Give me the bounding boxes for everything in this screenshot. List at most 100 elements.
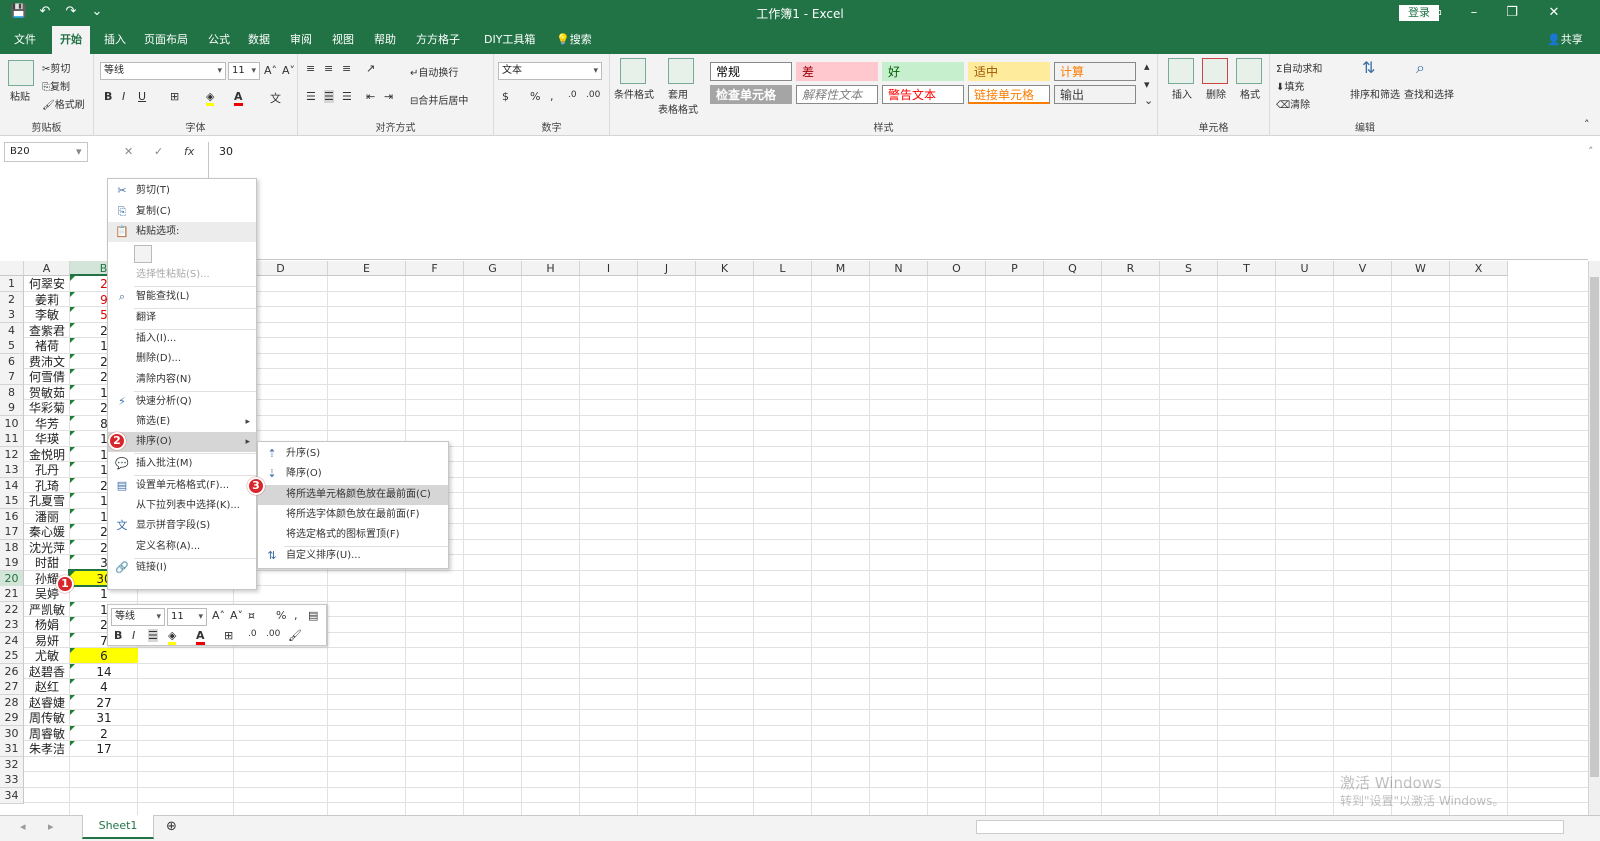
cell-name[interactable]: 贺敏茹	[24, 385, 70, 401]
column-header-x[interactable]: X	[1450, 261, 1508, 276]
mini-comma-icon[interactable]: ,	[294, 609, 298, 622]
cell-name[interactable]: 易妍	[24, 633, 70, 649]
grow-font-icon[interactable]: A˄	[264, 64, 277, 77]
copy-button[interactable]: ⎘复制	[42, 78, 70, 93]
row-header[interactable]: 34	[0, 787, 24, 804]
row-header[interactable]: 12	[0, 446, 24, 463]
sheet-next-icon[interactable]: ▸	[48, 820, 54, 833]
name-box-dropdown-icon[interactable]: ▾	[76, 145, 82, 158]
mini-center-icon[interactable]: ☰	[148, 629, 158, 642]
mini-bold-icon[interactable]: B	[114, 629, 122, 642]
comma-icon[interactable]: ,	[550, 90, 554, 103]
row-header[interactable]: 28	[0, 694, 24, 711]
conditional-format-label[interactable]: 条件格式	[614, 86, 654, 101]
cell-name[interactable]: 费沛文	[24, 354, 70, 370]
styles-more-icon[interactable]: ⌄	[1144, 94, 1153, 107]
insert-function-icon[interactable]: fx	[184, 145, 194, 158]
paste-option-icon[interactable]	[134, 245, 152, 263]
column-header-h[interactable]: H	[522, 261, 580, 276]
row-header[interactable]: 7	[0, 369, 24, 385]
tab-review[interactable]: 审阅	[282, 26, 320, 54]
align-top-icon[interactable]: ≡	[306, 62, 315, 75]
horizontal-scrollbar[interactable]	[976, 820, 1564, 834]
row-header[interactable]: 30	[0, 725, 24, 742]
close-icon[interactable]: ✕	[1536, 2, 1572, 24]
cell-value[interactable]	[70, 757, 138, 773]
cell-name[interactable]: 华彩菊	[24, 400, 70, 416]
tab-data[interactable]: 数据	[240, 26, 278, 54]
decrease-indent-icon[interactable]: ⇤	[366, 90, 375, 103]
cell-value[interactable]: 14	[70, 664, 138, 680]
tab-help[interactable]: 帮助	[366, 26, 404, 54]
cell-value[interactable]: 31	[70, 710, 138, 726]
column-header-g[interactable]: G	[464, 261, 522, 276]
column-header-a[interactable]: A	[24, 261, 70, 276]
increase-decimal-icon[interactable]: .0	[568, 90, 577, 100]
cell-name[interactable]: 何雪倩	[24, 369, 70, 385]
find-select-label[interactable]: 查找和选择	[1404, 86, 1454, 101]
row-header[interactable]: 16	[0, 508, 24, 525]
cell-value[interactable]: 17	[70, 741, 138, 757]
column-header-s[interactable]: S	[1160, 261, 1218, 276]
paste-icon[interactable]	[8, 60, 34, 86]
column-header-r[interactable]: R	[1102, 261, 1160, 276]
mini-format-icon[interactable]: ▤	[308, 609, 318, 622]
cell-name[interactable]	[24, 757, 70, 773]
menu-item-quick-analysis[interactable]: ⚡ 快速分析(Q)	[108, 392, 256, 412]
column-header-m[interactable]: M	[812, 261, 870, 276]
fill-color-icon[interactable]: ◈	[206, 90, 215, 106]
column-header-p[interactable]: P	[986, 261, 1044, 276]
cell-name[interactable]: 尤敏	[24, 648, 70, 664]
conditional-format-icon[interactable]	[620, 58, 646, 84]
cell-value[interactable]: 27	[70, 695, 138, 711]
mini-fill-color-icon[interactable]: ◈	[168, 629, 177, 645]
clear-button[interactable]: ⌫清除	[1276, 96, 1310, 111]
row-header[interactable]: 17	[0, 524, 24, 540]
sort-filter-label[interactable]: 排序和筛选	[1350, 86, 1400, 101]
menu-item-pick-list[interactable]: 从下拉列表中选择(K)...	[108, 496, 256, 516]
cell-style-4[interactable]: 计算	[1054, 62, 1136, 81]
row-header[interactable]: 33	[0, 772, 24, 788]
vertical-scroll-thumb[interactable]	[1590, 277, 1599, 777]
mini-percent-icon[interactable]: %	[276, 609, 286, 622]
menu-item-smart-lookup[interactable]: ⌕ 智能查找(L)	[108, 287, 256, 307]
styles-scroll-up-icon[interactable]: ▴	[1144, 60, 1150, 73]
cell-value[interactable]: 2	[70, 726, 138, 742]
row-header[interactable]: 18	[0, 539, 24, 556]
align-right-icon[interactable]: ☰	[342, 90, 352, 103]
row-header[interactable]: 27	[0, 679, 24, 695]
bold-icon[interactable]: B	[104, 90, 112, 103]
column-header-o[interactable]: O	[928, 261, 986, 276]
row-header[interactable]: 24	[0, 632, 24, 649]
cell-name[interactable]: 李敏	[24, 307, 70, 323]
submenu-item-custom-sort[interactable]: ⇅ 自定义排序(U)...	[258, 546, 448, 566]
row-header[interactable]: 3	[0, 307, 24, 323]
cell-name[interactable]: 华瑛	[24, 431, 70, 447]
cancel-icon[interactable]: ✕	[124, 145, 133, 158]
underline-icon[interactable]: U	[138, 90, 146, 103]
mini-inc-decimal-icon[interactable]: .0	[248, 629, 257, 639]
cell-value[interactable]	[70, 788, 138, 804]
align-bottom-icon[interactable]: ≡	[342, 62, 351, 75]
cell-value[interactable]	[70, 772, 138, 788]
column-header-i[interactable]: I	[580, 261, 638, 276]
merge-center-button[interactable]: ⊟合并后居中	[410, 92, 468, 107]
cell-style-5[interactable]: 检查单元格	[710, 85, 792, 104]
row-header[interactable]: 14	[0, 477, 24, 494]
cell-name[interactable]: 赵红	[24, 679, 70, 695]
row-header[interactable]: 2	[0, 291, 24, 308]
column-header-q[interactable]: Q	[1044, 261, 1102, 276]
menu-item-define-name[interactable]: 定义名称(A)...	[108, 537, 256, 557]
menu-item-link[interactable]: 🔗 链接(I)	[108, 558, 256, 578]
cell-name[interactable]: 赵碧香	[24, 664, 70, 680]
menu-item-format-cells[interactable]: ▤ 设置单元格格式(F)...	[108, 476, 256, 496]
minimize-icon[interactable]: –	[1456, 2, 1492, 24]
cell-style-7[interactable]: 警告文本	[882, 85, 964, 104]
increase-indent-icon[interactable]: ⇥	[384, 90, 393, 103]
row-header[interactable]: 20	[0, 570, 24, 587]
format-cells-icon[interactable]	[1236, 58, 1262, 84]
tab-search[interactable]: 💡搜索	[548, 26, 600, 54]
menu-item-paste-special[interactable]: 选择性粘贴(S)...	[108, 265, 256, 285]
select-all-corner[interactable]	[0, 261, 24, 276]
menu-item-insert-comment[interactable]: 💬 插入批注(M)	[108, 454, 256, 474]
